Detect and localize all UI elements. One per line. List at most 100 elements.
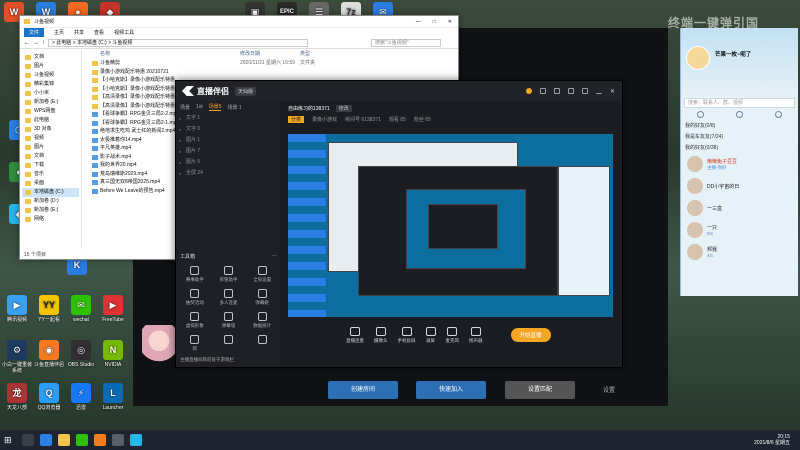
qq-contact[interactable]: DD小宇宙的日 (681, 175, 798, 197)
explorer-task-icon[interactable] (58, 434, 70, 446)
qq-avatar[interactable] (686, 46, 710, 70)
file-row[interactable]: 录像小游戏配乐特惠 20210721 (90, 68, 230, 77)
message-icon[interactable] (540, 88, 546, 94)
gift-icon[interactable] (554, 88, 560, 94)
source-item[interactable]: 文字 0 (176, 124, 281, 135)
nav-item[interactable]: 视频 (22, 134, 79, 143)
scene-tab[interactable]: 1st (196, 104, 203, 110)
desktop-icon-douyu[interactable]: ◉ 斗鱼直播伴侣 (32, 340, 66, 368)
desktop-icon-wechat[interactable]: ✉ wechat (64, 295, 98, 323)
desktop-icon-yy[interactable]: YY YY一起看 (32, 295, 66, 323)
minimize-icon[interactable]: — (416, 19, 421, 25)
nav-item[interactable]: 新加卷 (E:) (22, 206, 79, 215)
source-item[interactable]: 全屏 24 (176, 168, 281, 179)
screen-record-button[interactable]: 录屏 (425, 326, 436, 344)
desktop-icon-thunder[interactable]: ⚡ 迅雷 (64, 383, 98, 411)
nav-item[interactable]: 文档 (22, 53, 79, 62)
scene-tab[interactable]: 场景 (180, 104, 190, 111)
ribbon-tab-video-tools[interactable]: 视频工具 (114, 29, 134, 36)
nav-item[interactable]: 新加卷 (D:) (22, 197, 79, 206)
desktop-icon-obs[interactable]: ◎ OBS Studio (64, 340, 98, 368)
nav-item[interactable]: 斗鱼视频 (22, 71, 79, 80)
qq-contact[interactable]: 邦我 4G (681, 241, 798, 263)
nav-item[interactable]: 图片 (22, 62, 79, 71)
stream-preview[interactable] (288, 134, 613, 317)
back-arrow-icon[interactable]: ← (24, 40, 30, 46)
nav-item[interactable]: 网络 (22, 215, 79, 224)
space-icon[interactable] (775, 110, 782, 118)
tool-item[interactable]: 赛事助手 (178, 266, 212, 283)
chat-icon[interactable] (697, 110, 704, 118)
desktop-icon-reinstall[interactable]: ⚙ 小白一键重装系统 (0, 340, 34, 374)
menu-icon[interactable] (582, 88, 588, 94)
desktop-icon-freetube[interactable]: ▶ FreeTube (96, 295, 130, 323)
settings-icon[interactable] (568, 88, 574, 94)
qq-contact[interactable]: 懒懒兔子豆豆 主播-你好 (681, 153, 798, 175)
search-input[interactable]: 搜索"斗鱼视频" (371, 38, 441, 47)
column-date[interactable]: 修改日期 (240, 50, 300, 59)
source-item[interactable]: 图片 5 (176, 157, 281, 168)
nav-item[interactable]: 新加卷 (E:) (22, 98, 79, 107)
edit-room-button[interactable]: 修改 (335, 105, 352, 112)
edge-icon[interactable] (40, 434, 52, 446)
qq-contact[interactable]: 一只 5G (681, 219, 798, 241)
nav-item[interactable]: 小小米 (22, 89, 79, 98)
link-mic-button[interactable]: 直播连麦 (346, 326, 364, 344)
lobby-settings-link[interactable]: 设置 (603, 385, 615, 394)
up-arrow-icon[interactable]: ↑ (42, 40, 45, 46)
minimize-icon[interactable] (596, 88, 602, 94)
qq-group[interactable]: 我是车友友(7/24) (681, 131, 798, 142)
nav-item[interactable]: 此电脑 (22, 116, 79, 125)
qq-task-icon[interactable] (130, 434, 142, 446)
desktop-icon-game[interactable]: 龙天龙八部 (0, 383, 34, 411)
desktop-icon-nvidia[interactable]: N NVIDIA (96, 340, 130, 368)
phone-cast-button[interactable]: 手机投屏 (398, 326, 416, 344)
tool-item[interactable] (245, 335, 279, 352)
create-room-button[interactable]: 创建房间 (328, 381, 398, 399)
desktop-icon-tencent-video[interactable]: ▶ 腾讯视频 (0, 295, 34, 323)
source-item[interactable]: 图片 1 (176, 135, 281, 146)
nav-item[interactable]: 下载 (22, 161, 79, 170)
quick-join-button[interactable]: 快速加入 (416, 381, 486, 399)
close-icon[interactable]: ✕ (448, 19, 452, 25)
tool-item[interactable]: 弹幕姬 (245, 289, 279, 306)
qq-group[interactable]: 我的好友(0/8) (681, 120, 798, 131)
qq-contact[interactable]: 一三盒 (681, 197, 798, 219)
ribbon-tab-home[interactable]: 主页 (54, 29, 64, 36)
speaker-button[interactable]: 扬声器 (469, 326, 483, 344)
tool-item[interactable]: 新 (178, 335, 212, 352)
column-type[interactable]: 类型 (300, 50, 310, 59)
wechat-task-icon[interactable] (76, 434, 88, 446)
tool-item[interactable]: 弹幕墙 (212, 312, 246, 329)
ribbon-tab-file[interactable]: 文件 (24, 28, 45, 37)
more-icon[interactable]: ⋯ (272, 253, 277, 260)
douyu-task-icon[interactable] (94, 434, 106, 446)
tool-item[interactable]: 虚拟形象 (178, 312, 212, 329)
go-live-button[interactable]: 开始直播 (510, 328, 551, 342)
nav-item[interactable]: 图片 (22, 143, 79, 152)
qq-search-input[interactable]: 搜索：联系人、群、视频 (684, 98, 795, 108)
forward-arrow-icon[interactable]: → (33, 40, 39, 46)
desktop-icon-launcher[interactable]: L Launcher (96, 383, 130, 411)
tool-item[interactable]: 房管助手 (212, 266, 246, 283)
system-clock[interactable]: 20:15 2021/8/6 星期五 (754, 434, 800, 446)
ribbon-tab-share[interactable]: 共享 (74, 29, 84, 36)
start-icon[interactable]: ⊞ (4, 434, 16, 446)
close-icon[interactable]: ✕ (610, 88, 616, 95)
tool-item[interactable] (212, 335, 246, 352)
column-name[interactable]: 名称 (90, 50, 240, 59)
scene-tab[interactable]: 场景5 (208, 103, 222, 111)
tool-item[interactable]: 抽奖活动 (178, 289, 212, 306)
nav-item[interactable]: 精彩集锦 (22, 80, 79, 89)
microphone-button[interactable]: 麦克风 (446, 326, 459, 344)
nav-item[interactable]: 桌面 (22, 179, 79, 188)
tool-item[interactable]: 全局设置 (245, 266, 279, 283)
nav-item[interactable]: 本地磁盘 (C:) (22, 188, 79, 197)
scene-tab[interactable]: 场景 1 (227, 104, 241, 111)
maximize-icon[interactable]: □ (433, 19, 436, 25)
source-item[interactable]: 图片 7 (176, 146, 281, 157)
nav-item[interactable]: WPS网盘 (22, 107, 79, 116)
file-row[interactable]: 斗鱼精剪 (90, 59, 230, 68)
category-badge[interactable]: 分类 (288, 116, 305, 123)
address-bar[interactable]: > 此电脑 > 本地磁盘 (C:) > 斗鱼视频 (48, 38, 308, 47)
